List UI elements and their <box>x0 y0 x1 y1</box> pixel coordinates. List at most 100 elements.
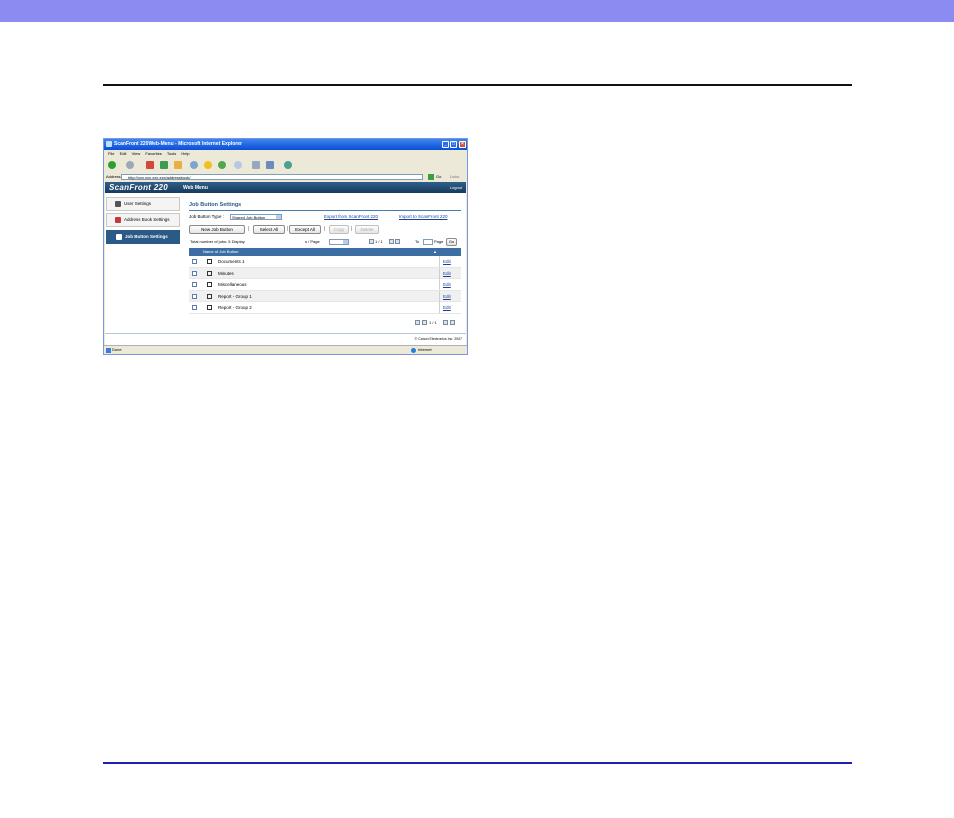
except-all-button[interactable]: Except All <box>289 225 321 234</box>
home-icon[interactable] <box>174 161 182 169</box>
first-page-icon[interactable] <box>415 320 420 325</box>
stop-icon[interactable] <box>146 161 154 169</box>
sidebar-item-job-button[interactable]: Job Button Settings <box>106 230 180 244</box>
table-row: Documents 1 Edit <box>189 256 461 268</box>
chevron-down-icon <box>276 215 281 219</box>
edit-link[interactable]: Edit <box>443 268 451 279</box>
refresh-icon[interactable] <box>160 161 168 169</box>
menu-tools[interactable]: Tools <box>167 151 176 156</box>
sidebar-item-label: Address Book Settings <box>124 217 170 222</box>
menu-favorites[interactable]: Favorites <box>145 151 161 156</box>
messenger-icon[interactable] <box>284 161 292 169</box>
ie-icon <box>106 141 112 147</box>
next-page-icon[interactable] <box>389 239 394 244</box>
job-icon <box>207 293 212 299</box>
page-info: 1 / 1 <box>375 239 383 244</box>
last-page-icon[interactable] <box>395 239 400 244</box>
print-icon[interactable] <box>252 161 260 169</box>
go-icon[interactable] <box>428 174 434 180</box>
last-page-icon[interactable] <box>450 320 455 325</box>
web-menu-title: Web Menu <box>183 185 208 191</box>
back-icon[interactable] <box>108 161 116 169</box>
column-divider <box>439 267 440 279</box>
table-row: Minutes Edit <box>189 267 461 279</box>
history-icon[interactable] <box>218 161 226 169</box>
row-checkbox[interactable] <box>192 305 197 310</box>
favorites-icon[interactable] <box>204 161 212 169</box>
job-name: Report - Group 2 <box>218 305 252 310</box>
delete-button[interactable]: Delete <box>355 225 379 234</box>
job-name: Documents 1 <box>218 259 245 264</box>
page-content: ScanFront 220 Web Menu Logout User Setti… <box>105 182 466 345</box>
row-checkbox[interactable] <box>192 293 197 299</box>
page-label: Page <box>434 239 444 244</box>
search-icon[interactable] <box>190 161 198 169</box>
zone-text: Internet <box>418 347 432 352</box>
menu-file[interactable]: File <box>108 151 114 156</box>
address-label: Address <box>106 174 121 179</box>
sidebar-item-label: User Settings <box>124 201 152 206</box>
total-jobs-label: Total number of jobs: 5 Display <box>190 239 245 244</box>
go-button[interactable]: Go <box>446 238 457 246</box>
action-buttons: New Job Button | Select All | Except All… <box>189 225 461 235</box>
import-link[interactable]: Import to ScanFront 220 <box>399 213 448 221</box>
per-page-label: s / Page <box>305 239 320 244</box>
export-link[interactable]: Export from ScanFront 220 <box>324 213 378 221</box>
sidebar-item-address-book[interactable]: Address Book Settings <box>106 213 180 227</box>
address-bar: Address http://xxx.xxx.xxx.xxx/addressbo… <box>104 173 467 181</box>
row-checkbox[interactable] <box>192 270 197 276</box>
menu-edit[interactable]: Edit <box>120 151 127 156</box>
row-checkbox[interactable] <box>192 259 197 264</box>
title-divider <box>189 210 461 211</box>
links-label[interactable]: Links <box>450 173 459 181</box>
column-divider <box>439 256 440 267</box>
job-icon <box>207 305 212 310</box>
page-number-input[interactable] <box>423 239 433 245</box>
column-header-name[interactable]: Name of Job Button <box>203 248 238 256</box>
edit-link[interactable]: Edit <box>443 291 451 302</box>
select-all-button[interactable]: Select All <box>253 225 285 234</box>
address-input[interactable]: http://xxx.xxx.xxx.xxx/addressbook/ <box>121 174 423 180</box>
edit-icon[interactable] <box>266 161 274 169</box>
footer-rule <box>103 762 852 764</box>
logout-link[interactable]: Logout <box>450 185 462 190</box>
row-checkbox[interactable] <box>192 282 197 287</box>
edit-link[interactable]: Edit <box>443 302 451 313</box>
chevron-down-icon <box>343 240 348 244</box>
minimize-icon[interactable]: _ <box>442 141 449 148</box>
footer-page-info: 1 / 1 <box>429 320 437 325</box>
status-bar: Done Internet <box>104 345 467 354</box>
new-job-button[interactable]: New Job Button <box>189 225 245 234</box>
job-type-select[interactable]: Shared Job Button <box>230 214 282 220</box>
top-color-band <box>0 0 954 22</box>
table-row: Miscellaneous Edit <box>189 279 461 291</box>
job-name: Minutes <box>218 270 234 276</box>
to-label: To <box>415 239 420 244</box>
prev-page-icon[interactable] <box>369 239 374 244</box>
separator: | <box>324 226 326 232</box>
sidebar-item-user-settings[interactable]: User Settings <box>106 197 180 211</box>
close-icon[interactable]: × <box>459 141 466 148</box>
prev-page-icon[interactable] <box>422 320 427 325</box>
edit-link[interactable]: Edit <box>443 256 451 267</box>
sidebar-item-label: Job Button Settings <box>125 234 168 239</box>
pagination-row: Total number of jobs: 5 Display s / Page… <box>189 238 461 246</box>
internet-zone-icon <box>411 348 416 353</box>
table-header: Name of Job Button ▲ <box>189 248 461 256</box>
menu-view[interactable]: View <box>132 151 141 156</box>
per-page-select[interactable] <box>329 239 349 245</box>
column-divider <box>439 290 440 302</box>
edit-link[interactable]: Edit <box>443 279 451 290</box>
copy-button[interactable]: Copy <box>329 225 349 234</box>
next-page-icon[interactable] <box>443 320 448 325</box>
menu-bar: File Edit View Favorites Tools Help <box>104 150 467 157</box>
sort-icon[interactable]: ▲ <box>433 248 437 256</box>
mail-icon[interactable] <box>234 161 242 169</box>
maximize-icon[interactable]: □ <box>450 141 457 148</box>
job-name: Report - Group 1 <box>218 293 252 299</box>
menu-help[interactable]: Help <box>181 151 189 156</box>
bottom-pagination: 1 / 1 <box>415 320 465 326</box>
forward-icon[interactable] <box>126 161 134 169</box>
go-label[interactable]: Go <box>436 173 441 181</box>
page-icon <box>106 348 111 353</box>
